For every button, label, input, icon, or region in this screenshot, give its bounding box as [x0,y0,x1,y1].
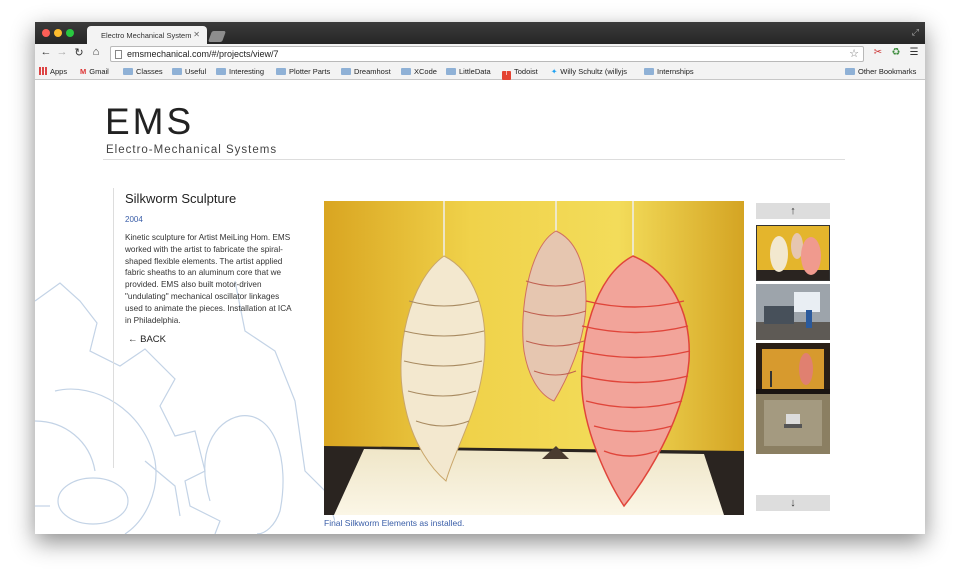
thumbnail-3[interactable] [756,343,830,399]
folder-icon [216,68,226,75]
address-bar[interactable]: emsmechanical.com/#/projects/view/7 ☆ [110,46,864,62]
bookmark-interesting[interactable]: Interesting [216,67,264,76]
reload-icon[interactable]: ↻ [72,46,86,59]
web-page: EMS Electro-Mechanical Systems Silkworm … [35,81,925,534]
recycle-icon[interactable]: ♻ [889,47,903,61]
home-icon[interactable]: ⌂ [89,46,103,58]
bookmark-apps[interactable]: Apps [39,67,67,76]
browser-toolbar: ← → ↻ ⌂ emsmechanical.com/#/projects/vie… [35,44,925,64]
back-link[interactable]: ← BACK [128,334,166,345]
site-tagline: Electro-Mechanical Systems [106,144,278,156]
thumbnails-scroll-up-button[interactable]: ↑ [756,203,830,219]
bookmark-todoist[interactable]: T Todoist [502,67,538,80]
close-window-button[interactable] [42,29,50,37]
thumbnail-image [757,226,829,280]
minimize-window-button[interactable] [54,29,62,37]
site-logo[interactable]: EMS [105,101,194,143]
bookmark-useful[interactable]: Useful [172,67,206,76]
bookmark-dreamhost[interactable]: Dreamhost [341,67,391,76]
photo-caption: Final Silkworm Elements as installed. [324,518,465,528]
folder-icon [401,68,411,75]
tab-close-icon[interactable]: ✕ [193,30,200,39]
page-icon [115,50,122,59]
bookmark-littledata[interactable]: LittleData [446,67,491,76]
thumbnail-image [756,394,830,454]
bookmark-plotter-parts[interactable]: Plotter Parts [276,67,330,76]
thumbnail-2[interactable] [756,284,830,340]
header-divider [103,159,845,160]
extension-icon[interactable]: ✂ [871,47,885,61]
new-tab-button[interactable] [207,31,227,42]
bookmark-star-icon[interactable]: ☆ [849,47,859,60]
tab-active[interactable]: Electro Mechanical System ✕ [87,26,207,44]
screen: Electro Mechanical System ✕ ⤢ ← → ↻ ⌂ em… [0,0,960,582]
menu-icon[interactable]: ☰ [907,47,921,61]
back-arrow-icon[interactable]: ← [39,46,53,58]
folder-icon [123,68,133,75]
apps-icon [39,67,47,75]
bookmark-classes[interactable]: Classes [123,67,163,76]
bookmark-twitter[interactable]: ✦ Willy Schultz (willyjs [551,67,641,76]
browser-window: Electro Mechanical System ✕ ⤢ ← → ↻ ⌂ em… [35,22,925,534]
project-description: Kinetic sculpture for Artist MeiLing Hom… [125,233,292,325]
project-main-photo [324,201,744,515]
zoom-window-button[interactable] [66,29,74,37]
folder-icon [845,68,855,75]
thumbnail-1[interactable] [756,225,830,281]
bookmark-other[interactable]: Other Bookmarks [845,67,916,76]
silkworm-sculpture-image [324,201,744,515]
todoist-icon: T [502,71,511,80]
thumbnail-image [756,343,830,399]
gmail-icon: M [80,67,87,76]
folder-icon [341,68,351,75]
bookmark-xcode[interactable]: XCode [401,67,437,76]
thumbnails-scroll-down-button[interactable]: ↓ [756,495,830,511]
forward-arrow-icon[interactable]: → [55,46,69,58]
url-text: emsmechanical.com/#/projects/view/7 [127,49,279,59]
project-title: Silkworm Sculpture [125,191,237,206]
project-info-panel: Silkworm Sculpture 2004 Kinetic sculptur… [113,188,293,468]
bookmark-internships[interactable]: Internships [644,67,694,76]
thumbnail-image [756,284,830,340]
folder-icon [276,68,286,75]
project-year: 2004 [125,215,143,224]
folder-icon [446,68,456,75]
bookmark-gmail[interactable]: M Gmail [80,67,109,76]
folder-icon [644,68,654,75]
twitter-icon: ✦ [551,67,558,76]
folder-icon [172,68,182,75]
tab-title: Electro Mechanical System [101,31,192,40]
thumbnail-4[interactable] [756,394,830,454]
tab-bar: Electro Mechanical System ✕ ⤢ [35,22,925,44]
fullscreen-icon[interactable]: ⤢ [912,27,919,38]
bookmarks-bar: Apps M Gmail Classes Useful Interesting P… [35,64,925,80]
